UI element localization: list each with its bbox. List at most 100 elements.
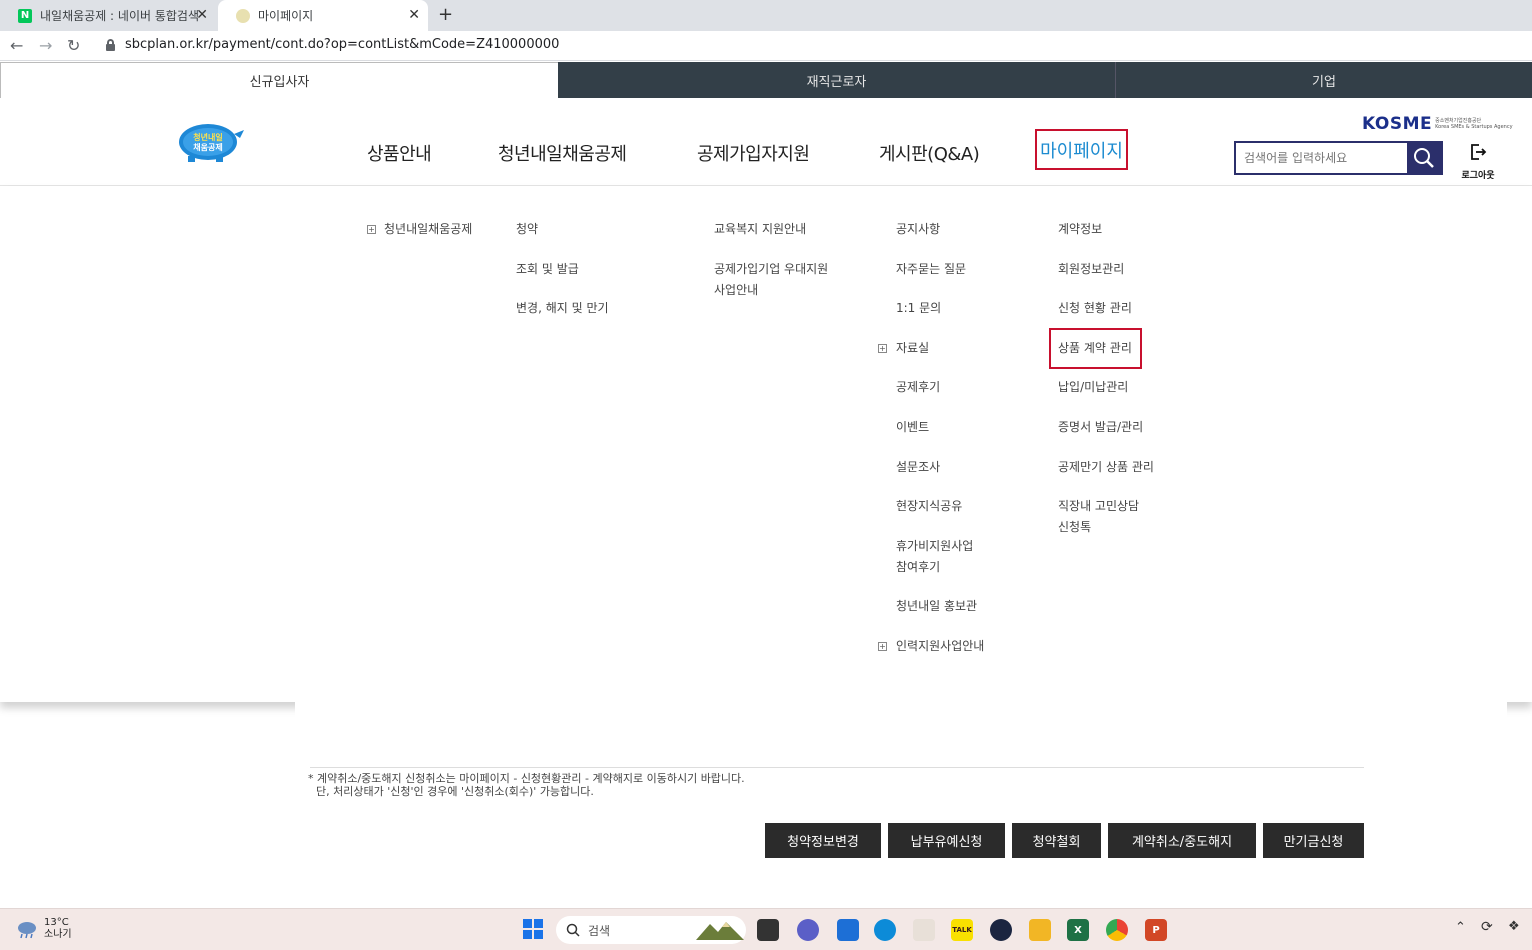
search-icon bbox=[1414, 148, 1435, 168]
chrome-icon[interactable] bbox=[1106, 919, 1128, 941]
sync-icon[interactable]: ⟳ bbox=[1481, 919, 1493, 935]
payment-deferral-button[interactable]: 납부유예신청 bbox=[888, 823, 1005, 858]
search-input[interactable] bbox=[1236, 143, 1408, 173]
menu-contract-info[interactable]: 계약정보 bbox=[1058, 219, 1102, 240]
nav-board-qna[interactable]: 게시판(Q&A) bbox=[879, 140, 980, 166]
kosme-subtitle: 중소벤처기업진흥공단 Korea SMEs & Startups Agency bbox=[1435, 118, 1513, 130]
menu-payment-manage[interactable]: 납입/미납관리 bbox=[1058, 377, 1128, 398]
windows-start-icon[interactable] bbox=[523, 919, 543, 939]
site-favicon-icon bbox=[236, 8, 250, 23]
tab-company[interactable]: 기업 bbox=[1116, 62, 1532, 98]
logout-label: 로그아웃 bbox=[1461, 171, 1495, 181]
notice-line-1: * 계약취소/중도해지 신청취소는 마이페이지 - 신청현황관리 - 계약해지로… bbox=[308, 772, 745, 785]
weather-status: 소나기 bbox=[44, 929, 72, 940]
task-view-icon[interactable] bbox=[757, 919, 779, 941]
tab-new-employee[interactable]: 신규입사자 bbox=[0, 62, 558, 98]
chevron-up-icon[interactable]: ⌃ bbox=[1455, 920, 1466, 935]
menu-member-info[interactable]: 회원정보관리 bbox=[1058, 259, 1124, 280]
reload-icon[interactable]: ↻ bbox=[67, 36, 80, 55]
file-explorer-icon[interactable] bbox=[1029, 919, 1051, 941]
logout-icon bbox=[1471, 144, 1487, 160]
menu-archive[interactable]: 자료실 bbox=[896, 338, 929, 359]
teams-icon[interactable] bbox=[797, 919, 819, 941]
nav-member-support[interactable]: 공제가입자지원 bbox=[697, 140, 810, 166]
menu-youth-tomorrow[interactable]: 청년내일채움공제 bbox=[384, 219, 472, 240]
os-taskbar: 13°C 소나기 검색 TALK X P ⌃ ⟳ ❖ bbox=[0, 908, 1532, 950]
forward-icon[interactable]: → bbox=[39, 36, 52, 55]
url-text: sbcplan.or.kr/payment/cont.do?op=contLis… bbox=[125, 37, 560, 52]
close-icon[interactable]: ✕ bbox=[408, 7, 420, 23]
tab-current-employee[interactable]: 재직근로자 bbox=[558, 62, 1116, 98]
site-search bbox=[1234, 141, 1443, 175]
menu-certificate[interactable]: 증명서 발급/관리 bbox=[1058, 417, 1143, 438]
menu-workforce-support[interactable]: 인력지원사업안내 bbox=[896, 636, 984, 657]
url-field[interactable]: sbcplan.or.kr/payment/cont.do?op=contLis… bbox=[106, 37, 559, 52]
expand-plus-icon[interactable]: + bbox=[878, 344, 887, 353]
naver-icon: N bbox=[18, 8, 32, 23]
site-header: 청년내일 채움공제 상품안내 청년내일채움공제 공제가입자지원 게시판(Q&A)… bbox=[0, 98, 1532, 186]
logout-button[interactable]: 로그아웃 bbox=[1458, 142, 1498, 181]
menu-education-welfare[interactable]: 교육복지 지원안내 bbox=[714, 219, 806, 240]
browser-tab-naver[interactable]: N 내일채움공제 : 네이버 통합검색 ✕ bbox=[0, 0, 216, 31]
menu-workplace-counsel[interactable]: 직장내 고민상담 bbox=[1058, 496, 1139, 517]
withdraw-subscription-button[interactable]: 청약철회 bbox=[1012, 823, 1101, 858]
browser-tab-mypage[interactable]: 마이페이지 ✕ bbox=[218, 0, 428, 31]
menu-field-knowledge[interactable]: 현장지식공유 bbox=[896, 496, 962, 517]
lock-icon bbox=[106, 39, 115, 51]
edge-icon[interactable] bbox=[874, 919, 896, 941]
content-area bbox=[295, 702, 1507, 908]
expand-plus-icon[interactable]: + bbox=[367, 225, 376, 234]
cancel-notice: * 계약취소/중도해지 신청취소는 마이페이지 - 신청현황관리 - 계약해지로… bbox=[308, 772, 745, 798]
kosme-logo[interactable]: KOSME 중소벤처기업진흥공단 Korea SMEs & Startups A… bbox=[1362, 114, 1513, 134]
cancel-contract-button[interactable]: 계약취소/중도해지 bbox=[1108, 823, 1256, 858]
maturity-claim-button[interactable]: 만기금신청 bbox=[1263, 823, 1364, 858]
logo-text-1: 청년내일 bbox=[193, 132, 222, 142]
dropbox-icon[interactable] bbox=[837, 919, 859, 941]
menu-survey[interactable]: 설문조사 bbox=[896, 457, 940, 478]
mega-menu: + 청년내일채움공제 청약 조회 및 발급 변경, 해지 및 만기 교육복지 지… bbox=[0, 186, 1532, 702]
menu-reviews[interactable]: 공제후기 bbox=[896, 377, 940, 398]
expand-plus-icon[interactable]: + bbox=[878, 642, 887, 651]
menu-preferred-support-2[interactable]: 사업안내 bbox=[714, 280, 758, 301]
menu-event[interactable]: 이벤트 bbox=[896, 417, 929, 438]
menu-faq[interactable]: 자주묻는 질문 bbox=[896, 259, 966, 280]
menu-counsel-talk[interactable]: 신청톡 bbox=[1058, 517, 1091, 538]
nav-youth-tomorrow[interactable]: 청년내일채움공제 bbox=[498, 140, 627, 166]
menu-change-cancel[interactable]: 변경, 해지 및 만기 bbox=[516, 298, 609, 319]
taskbar-search-label: 검색 bbox=[588, 923, 611, 938]
new-tab-icon[interactable]: + bbox=[438, 4, 453, 25]
address-bar: ← → ↻ sbcplan.or.kr/payment/cont.do?op=c… bbox=[0, 31, 1532, 61]
menu-inquiry-issue[interactable]: 조회 및 발급 bbox=[516, 259, 579, 280]
close-icon[interactable]: ✕ bbox=[196, 7, 208, 23]
tab-title: 내일채움공제 : 네이버 통합검색 bbox=[40, 9, 200, 23]
menu-application-status[interactable]: 신청 현황 관리 bbox=[1058, 298, 1132, 319]
change-subscription-button[interactable]: 청약정보변경 bbox=[765, 823, 881, 858]
site-logo[interactable]: 청년내일 채움공제 bbox=[176, 120, 246, 162]
kosme-wordmark: KOSME bbox=[1362, 114, 1433, 134]
content-divider bbox=[310, 767, 1364, 768]
excel-icon[interactable]: X bbox=[1067, 919, 1089, 941]
rain-cloud-icon bbox=[18, 922, 36, 939]
logo-text-2: 채움공제 bbox=[193, 142, 222, 152]
kakaotalk-icon[interactable]: TALK bbox=[951, 919, 973, 941]
menu-preferred-support[interactable]: 공제가입기업 우대지원 bbox=[714, 259, 828, 280]
menu-one-on-one[interactable]: 1:1 문의 bbox=[896, 298, 941, 319]
weather-temp: 13°C bbox=[44, 917, 69, 928]
menu-vacation-review[interactable]: 참여후기 bbox=[896, 557, 940, 578]
menu-product-contract[interactable]: 상품 계약 관리 bbox=[1058, 338, 1132, 359]
dropbox-tray-icon[interactable]: ❖ bbox=[1508, 919, 1520, 934]
menu-notice[interactable]: 공지사항 bbox=[896, 219, 940, 240]
menu-promo-hall[interactable]: 청년내일 홍보관 bbox=[896, 596, 977, 617]
weather-widget[interactable]: 13°C 소나기 bbox=[16, 917, 72, 941]
nav-mypage[interactable]: 마이페이지 bbox=[1035, 129, 1128, 170]
snipping-tool-icon[interactable] bbox=[913, 919, 935, 941]
search-button[interactable] bbox=[1407, 143, 1441, 173]
back-icon[interactable]: ← bbox=[10, 36, 23, 55]
taskbar-search[interactable]: 검색 bbox=[556, 916, 746, 944]
powerpoint-icon[interactable]: P bbox=[1145, 919, 1167, 941]
menu-subscription[interactable]: 청약 bbox=[516, 219, 538, 240]
menu-maturity-product[interactable]: 공제만기 상품 관리 bbox=[1058, 457, 1154, 478]
menu-vacation-support[interactable]: 휴가비지원사업 bbox=[896, 536, 973, 557]
nav-product-info[interactable]: 상품안내 bbox=[367, 140, 432, 166]
cortana-icon[interactable] bbox=[990, 919, 1012, 941]
